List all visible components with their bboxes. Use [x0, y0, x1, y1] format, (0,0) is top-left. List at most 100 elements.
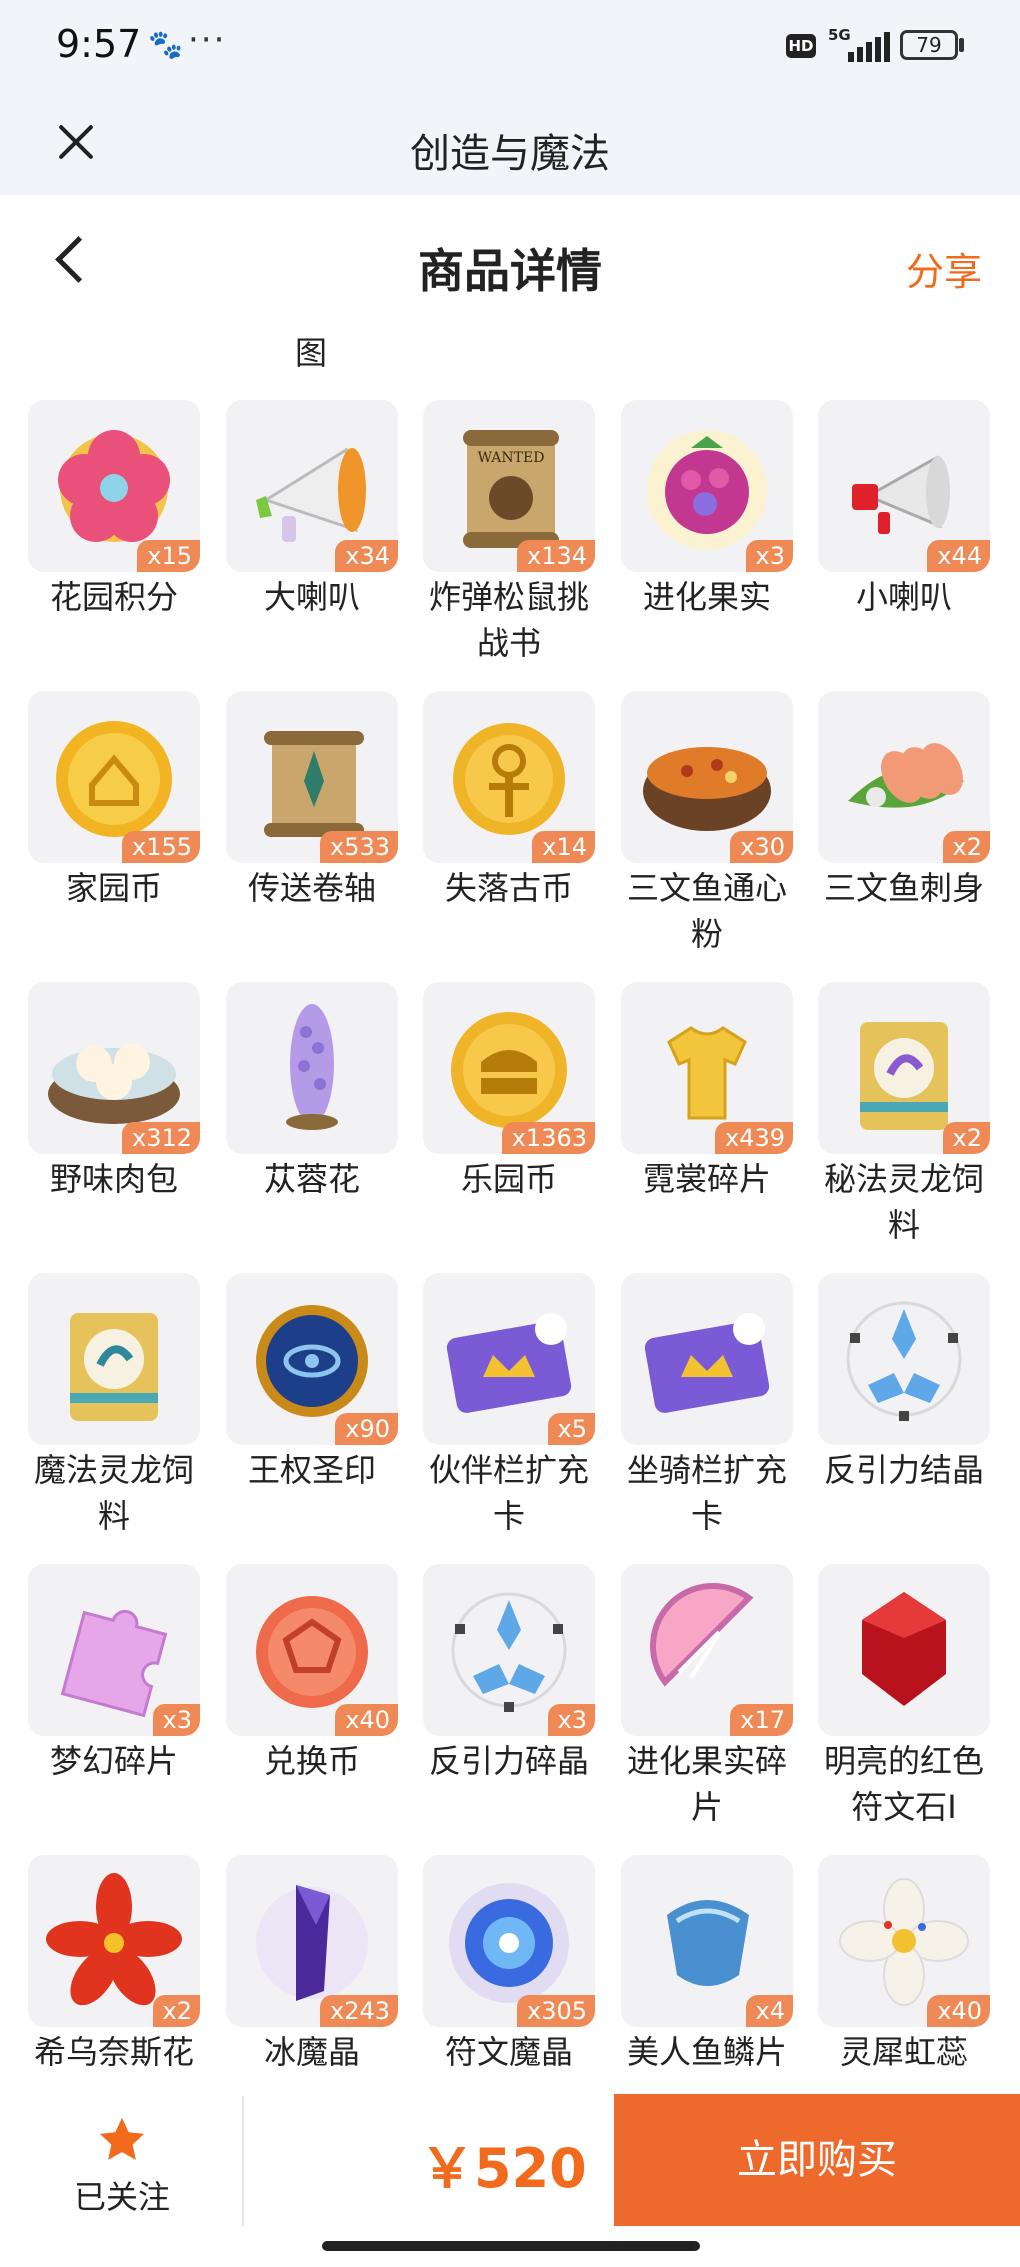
svg-text:WANTED: WANTED [478, 450, 545, 466]
item-quantity-badge: x5 [547, 1413, 595, 1445]
item-tile[interactable]: x312 野味肉包 [28, 982, 200, 1202]
item-card: x15 [28, 400, 200, 572]
app-title: 创造与魔法 [410, 131, 610, 177]
item-card [818, 1273, 990, 1445]
item-name: 美人鱼鳞片 [626, 2033, 787, 2071]
item-tile[interactable]: 苁蓉花 [226, 982, 398, 1202]
item-card: x3 [423, 1564, 595, 1736]
item-tile[interactable]: x2 三文鱼刺身 [818, 691, 990, 911]
item-tile[interactable]: x34 大喇叭 [226, 400, 398, 620]
item-quantity-badge: x134 [516, 540, 595, 572]
item-card: x34 [226, 400, 398, 572]
item-tile[interactable]: x3 进化果实 [621, 400, 793, 620]
item-tile[interactable]: x17 进化果实碎片 [621, 1564, 793, 1830]
item-name: 王权圣印 [247, 1451, 376, 1489]
item-tile[interactable]: WANTED x134 炸弹松鼠挑战书 [423, 400, 595, 666]
item-card: x17 [621, 1564, 793, 1736]
item-tile[interactable]: x5 伙伴栏扩充卡 [423, 1273, 595, 1539]
item-card: x305 [423, 1855, 595, 2027]
item-name: 进化果实 [642, 578, 771, 616]
more-dots-icon: ··· [188, 20, 227, 60]
item-tile[interactable]: x40 灵犀虹蕊 [818, 1855, 990, 2075]
item-card: x533 [226, 691, 398, 863]
item-tile[interactable]: 明亮的红色符文石I [818, 1564, 990, 1830]
mount-slot-card-icon [644, 1313, 770, 1413]
item-tile[interactable]: x305 符文魔晶 [423, 1855, 595, 2075]
item-quantity-badge: x439 [714, 1122, 793, 1154]
item-quantity-badge: x2 [942, 1122, 990, 1154]
item-tile[interactable]: x1363 乐园币 [423, 982, 595, 1202]
item-name: 三文鱼刺身 [823, 869, 984, 907]
item-quantity-badge: x243 [319, 1995, 398, 2027]
item-tile[interactable]: x40 兑换币 [226, 1564, 398, 1784]
item-tile[interactable]: x533 传送卷轴 [226, 691, 398, 911]
item-name: 魔法灵龙饲料 [33, 1451, 194, 1535]
item-name: 反引力碎晶 [428, 1742, 589, 1780]
item-tile[interactable]: 坐骑栏扩充卡 [621, 1273, 793, 1539]
item-quantity-badge: x3 [152, 1704, 200, 1736]
home-indicator[interactable] [322, 2241, 700, 2251]
item-name: 失落古币 [444, 869, 573, 907]
item-tile[interactable]: x30 三文鱼通心粉 [621, 691, 793, 957]
item-quantity-badge: x4 [745, 1995, 793, 2027]
item-quantity-badge: x40 [927, 1995, 990, 2027]
item-tile[interactable]: x3 梦幻碎片 [28, 1564, 200, 1784]
hd-badge: HD [786, 34, 816, 58]
item-card: x312 [28, 982, 200, 1154]
section-caption: 图 [295, 334, 328, 372]
follow-label: 已关注 [73, 2178, 170, 2216]
item-tile[interactable]: 魔法灵龙饲料 [28, 1273, 200, 1539]
item-card: x44 [818, 400, 990, 572]
signal-icon: 5G [828, 26, 890, 62]
baidu-paw-icon: 🐾 [148, 28, 183, 61]
item-name: 希乌奈斯花 [33, 2033, 194, 2071]
item-tile[interactable]: x15 花园积分 [28, 400, 200, 620]
item-name: 明亮的红色符文石I [823, 1742, 984, 1826]
item-tile[interactable]: x4 美人鱼鳞片 [621, 1855, 793, 2075]
item-card: x439 [621, 982, 793, 1154]
item-tile[interactable]: x439 霓裳碎片 [621, 982, 793, 1202]
item-tile[interactable]: x155 家园币 [28, 691, 200, 911]
item-name: 炸弹松鼠挑战书 [428, 578, 589, 662]
item-tile[interactable]: x2 秘法灵龙饲料 [818, 982, 990, 1248]
item-quantity-badge: x90 [335, 1413, 398, 1445]
item-tile[interactable]: x243 冰魔晶 [226, 1855, 398, 2075]
page-title: 商品详情 [418, 244, 602, 298]
magic-dragon-feed-icon [70, 1313, 158, 1421]
item-quantity-badge: x14 [532, 831, 595, 863]
item-quantity-badge: x3 [745, 540, 793, 572]
share-button[interactable]: 分享 [906, 241, 982, 296]
item-name: 伙伴栏扩充卡 [428, 1451, 589, 1535]
item-tile[interactable]: x14 失落古币 [423, 691, 595, 911]
item-card: x2 [818, 691, 990, 863]
buy-now-button[interactable]: 立即购买 [614, 2094, 1020, 2226]
antigravity-crystal-icon [846, 1301, 962, 1421]
item-card: WANTED x134 [423, 400, 595, 572]
item-tile[interactable]: 反引力结晶 [818, 1273, 990, 1493]
status-bar: 9:57 🐾 ··· HD 5G 79 [0, 0, 1020, 95]
item-name: 三文鱼通心粉 [626, 869, 787, 953]
item-name: 灵犀虹蕊 [839, 2033, 968, 2071]
item-tile[interactable]: x2 希乌奈斯花 [28, 1855, 200, 2075]
divider [242, 2096, 244, 2226]
item-tile[interactable]: x3 反引力碎晶 [423, 1564, 595, 1784]
item-card: x1363 [423, 982, 595, 1154]
item-card: x155 [28, 691, 200, 863]
price-label: ￥520 [420, 2137, 587, 2200]
item-card [621, 1273, 793, 1445]
item-name: 坐骑栏扩充卡 [626, 1451, 787, 1535]
status-time: 9:57 [56, 22, 142, 66]
item-tile[interactable]: x44 小喇叭 [818, 400, 990, 620]
item-card: x40 [226, 1564, 398, 1736]
cistanche-flower-icon [286, 1004, 338, 1130]
item-name: 传送卷轴 [247, 869, 376, 907]
item-card: x3 [621, 400, 793, 572]
item-tile[interactable]: x90 王权圣印 [226, 1273, 398, 1493]
item-name: 苁蓉花 [263, 1160, 360, 1198]
follow-button[interactable]: 已关注 [60, 2114, 184, 2218]
item-quantity-badge: x15 [137, 540, 200, 572]
item-card: x2 [818, 982, 990, 1154]
item-name: 兑换币 [263, 1742, 360, 1780]
item-card: x30 [621, 691, 793, 863]
item-quantity-badge: x2 [152, 1995, 200, 2027]
